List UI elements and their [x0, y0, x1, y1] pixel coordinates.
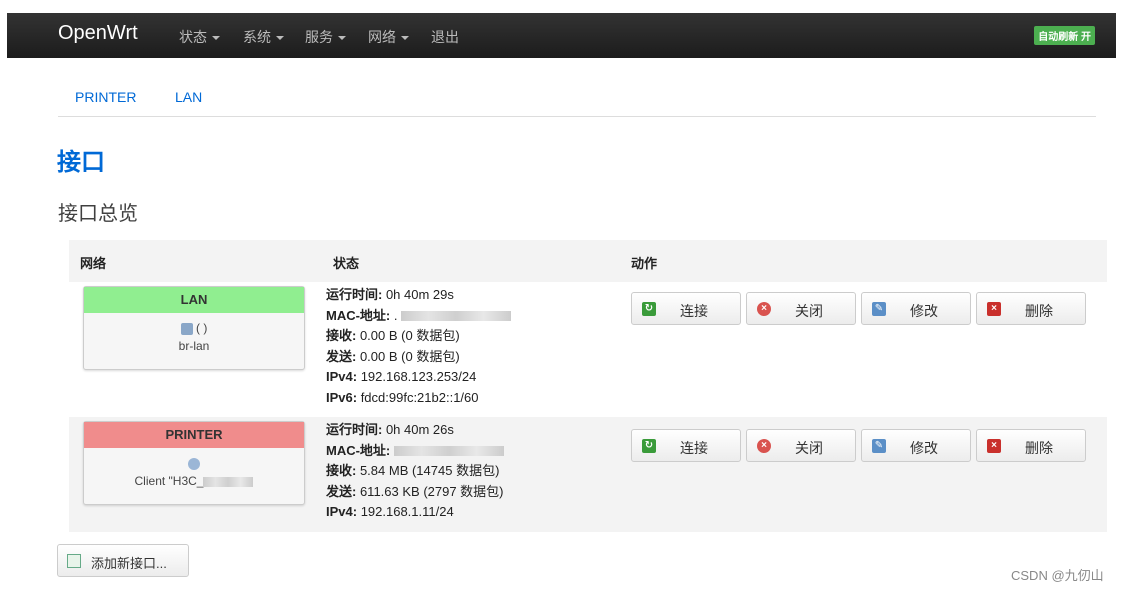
- stop-icon: ×: [757, 302, 771, 316]
- menu-status[interactable]: 状态: [179, 27, 220, 47]
- chevron-down-icon: [212, 36, 220, 41]
- table-header: 网络 状态 动作: [69, 240, 1107, 282]
- delete-icon: ×: [987, 439, 1001, 453]
- interface-name: PRINTER: [84, 422, 304, 448]
- redacted-mac: [393, 446, 504, 457]
- header-network: 网络: [80, 256, 107, 271]
- interface-name: LAN: [84, 287, 304, 313]
- page-title: 接口: [57, 149, 105, 176]
- reload-icon: ↻: [642, 439, 656, 453]
- connect-button[interactable]: ↻ 连接: [631, 292, 741, 325]
- interface-device: Client "H3C_: [84, 474, 304, 488]
- top-navbar: OpenWrt 状态 系统 服务 网络 退出 自动刷新 开: [7, 13, 1116, 58]
- tab-lan[interactable]: LAN: [175, 89, 202, 105]
- wireless-icon: [188, 457, 200, 470]
- chevron-down-icon: [401, 36, 409, 41]
- connect-button[interactable]: ↻ 连接: [631, 429, 741, 462]
- menu-services[interactable]: 服务: [305, 27, 346, 47]
- header-actions: 动作: [631, 256, 658, 271]
- edit-button[interactable]: ✎ 修改: [861, 292, 971, 325]
- stop-icon: ×: [757, 439, 771, 453]
- add-interface-button[interactable]: 添加新接口...: [57, 544, 189, 577]
- menu-logout[interactable]: 退出: [431, 27, 459, 47]
- menu-system[interactable]: 系统: [243, 27, 284, 47]
- edit-icon: ✎: [872, 302, 886, 316]
- stop-button[interactable]: × 关闭: [746, 292, 856, 325]
- delete-icon: ×: [987, 302, 1001, 316]
- menu-network[interactable]: 网络: [368, 27, 409, 47]
- edit-button[interactable]: ✎ 修改: [861, 429, 971, 462]
- chevron-down-icon: [276, 36, 284, 41]
- header-status: 状态: [333, 256, 360, 271]
- autorefresh-toggle[interactable]: 自动刷新 开: [1034, 26, 1095, 45]
- redacted-ssid: [203, 476, 254, 487]
- redacted-mac: [401, 311, 512, 322]
- ethernet-icon: [180, 322, 193, 335]
- table-row: PRINTER Client "H3C_ 运行时间: 0h 40m 26s MA…: [69, 417, 1107, 532]
- interface-badge-lan: LAN ( ) br-lan: [83, 286, 305, 370]
- brand-logo[interactable]: OpenWrt: [58, 22, 138, 45]
- interfaces-table: 网络 状态 动作 LAN ( ) br-lan 运行时间: 0h 40m 29s…: [69, 240, 1107, 532]
- bridge-icons: ( ): [196, 321, 208, 335]
- stop-button[interactable]: × 关闭: [746, 429, 856, 462]
- add-icon: [67, 554, 81, 568]
- delete-button[interactable]: × 删除: [976, 429, 1086, 462]
- interface-tabs: PRINTER LAN: [58, 75, 1096, 117]
- watermark: CSDN @九仞山: [1011, 568, 1104, 583]
- table-row: LAN ( ) br-lan 运行时间: 0h 40m 29s MAC-地址: …: [69, 282, 1107, 417]
- edit-icon: ✎: [872, 439, 886, 453]
- chevron-down-icon: [338, 36, 346, 41]
- interface-device: br-lan: [178, 339, 210, 353]
- interface-badge-printer: PRINTER Client "H3C_: [83, 421, 305, 505]
- reload-icon: ↻: [642, 302, 656, 316]
- section-title: 接口总览: [58, 203, 138, 225]
- delete-button[interactable]: × 删除: [976, 292, 1086, 325]
- tab-printer[interactable]: PRINTER: [75, 89, 136, 105]
- interface-status: 运行时间: 0h 40m 26s MAC-地址: 接收: 5.84 MB (14…: [326, 422, 504, 519]
- interface-status: 运行时间: 0h 40m 29s MAC-地址: . 接收: 0.00 B (0…: [326, 285, 512, 408]
